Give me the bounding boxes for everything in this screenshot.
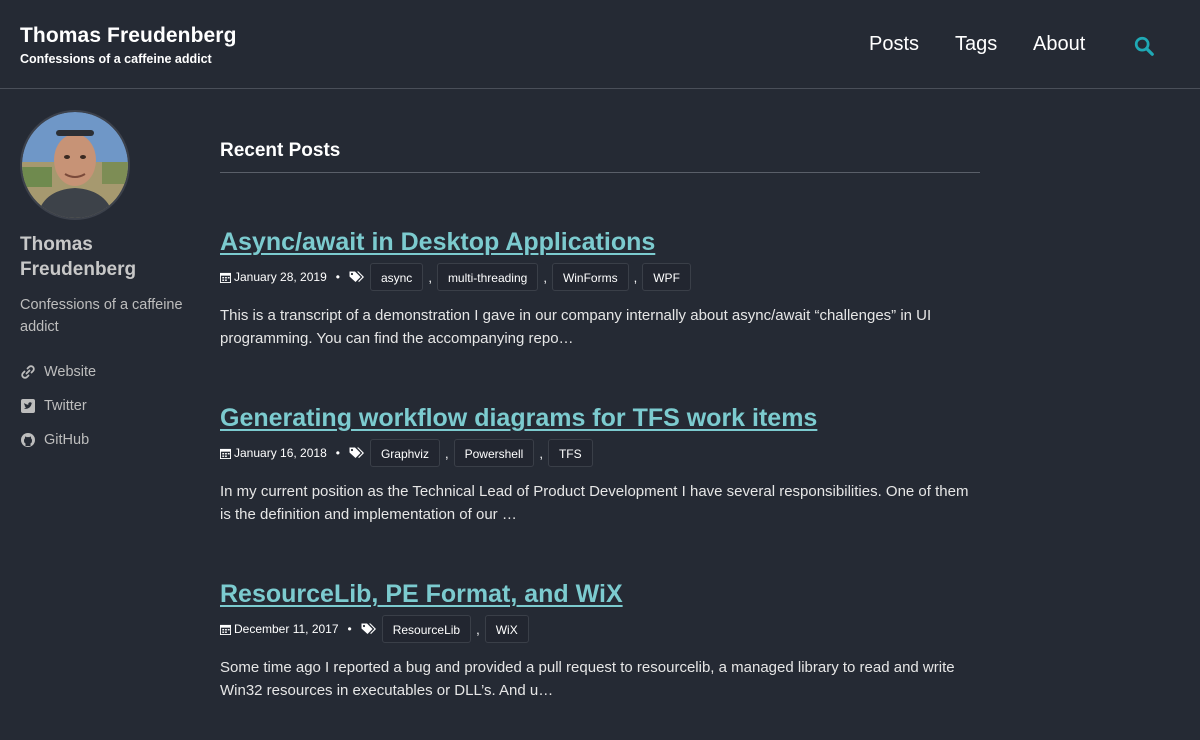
github-link[interactable]: GitHub (20, 430, 89, 450)
tag-link[interactable]: WPF (642, 263, 691, 291)
website-label: Website (44, 364, 97, 380)
post-meta: January 16, 2018 • Graphviz , Powershell… (220, 438, 980, 468)
tag-link[interactable]: WinForms (551, 263, 629, 291)
meta-separator: • (335, 270, 340, 284)
post-date: January 28, 2019 (234, 270, 327, 284)
post-title-link[interactable]: ResourceLib, PE Format, and WiX (220, 578, 980, 610)
twitter-link[interactable]: Twitter (20, 396, 87, 416)
post-excerpt: Some time ago I reported a bug and provi… (220, 659, 955, 699)
nav-tags[interactable]: Tags (955, 33, 997, 56)
nav-posts[interactable]: Posts (869, 33, 919, 56)
author-bio: Confessions of a caffeine addict (20, 297, 183, 335)
site-header: Thomas Freudenberg Confessions of a caff… (0, 0, 1200, 89)
github-label: GitHub (44, 432, 90, 448)
nav-about[interactable]: About (1033, 33, 1085, 56)
website-link[interactable]: Website (20, 362, 96, 382)
tag-link[interactable]: Graphviz (369, 439, 440, 467)
tag-link[interactable]: WiX (484, 615, 529, 643)
tag-link[interactable]: multi-threading (436, 263, 539, 291)
tags-icon (361, 623, 376, 634)
main-nav: Posts Tags About (0, 33, 1200, 57)
calendar-icon (220, 448, 231, 459)
post-date: January 16, 2018 (234, 446, 327, 460)
author-avatar (20, 110, 130, 220)
meta-separator: • (347, 622, 352, 636)
meta-separator: • (335, 446, 340, 460)
post-title-link[interactable]: Async/await in Desktop Applications (220, 226, 980, 258)
tags-icon (349, 271, 364, 282)
link-icon (21, 365, 35, 379)
search-icon[interactable] (1133, 35, 1155, 57)
author-name: Thomas Freudenberg (20, 234, 137, 280)
post-item: Async/await in Desktop Applications Janu… (220, 226, 980, 350)
post-excerpt: This is a transcript of a demonstration … (220, 307, 932, 347)
calendar-icon (220, 272, 231, 283)
post-excerpt: In my current position as the Technical … (220, 483, 969, 523)
tag-link[interactable]: Powershell (453, 439, 535, 467)
post-meta: December 11, 2017 • ResourceLib , WiX (220, 614, 980, 644)
section-title: Recent Posts (220, 140, 341, 161)
twitter-icon (21, 399, 35, 413)
calendar-icon (220, 624, 231, 635)
post-meta: January 28, 2019 • async , multi-threadi… (220, 262, 980, 292)
post-title-link[interactable]: Generating workflow diagrams for TFS wor… (220, 402, 980, 434)
post-item: Generating workflow diagrams for TFS wor… (220, 402, 980, 526)
post-date: December 11, 2017 (234, 622, 339, 636)
tag-link[interactable]: ResourceLib (381, 615, 472, 643)
section-divider (220, 172, 980, 173)
twitter-label: Twitter (44, 398, 87, 414)
tags-icon (349, 447, 364, 458)
tag-link[interactable]: TFS (547, 439, 593, 467)
post-item: ResourceLib, PE Format, and WiX December… (220, 578, 980, 702)
tag-link[interactable]: async (369, 263, 424, 291)
github-icon (21, 433, 35, 447)
